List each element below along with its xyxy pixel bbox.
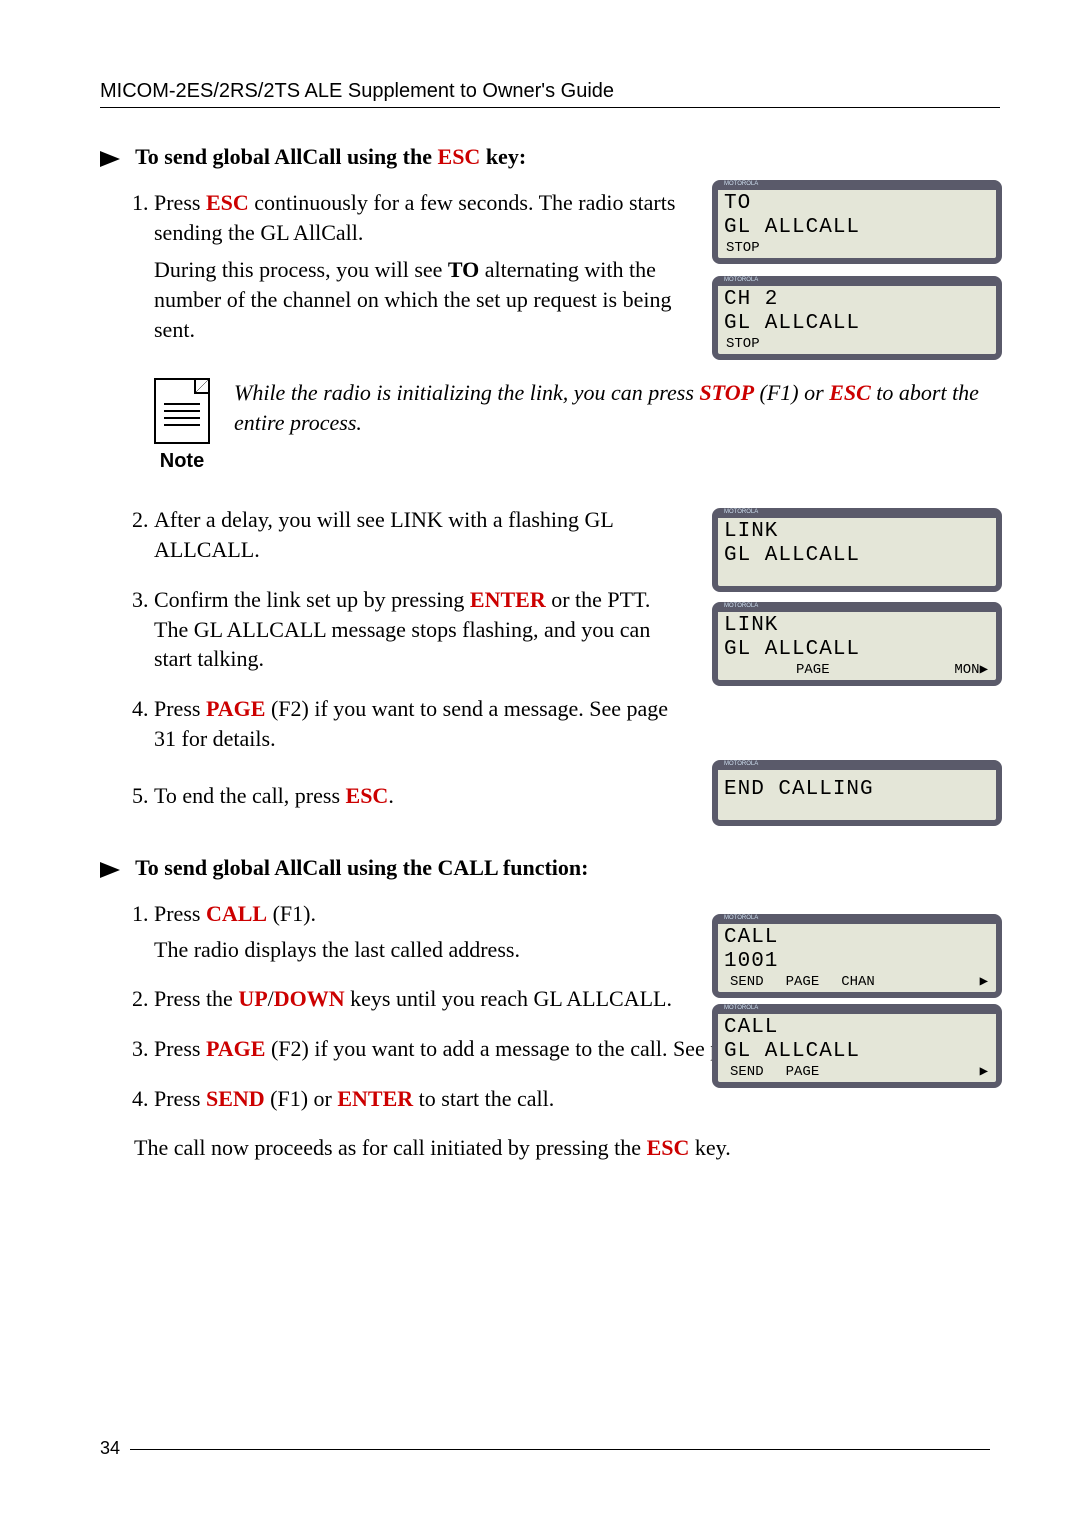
note-text-part: (F1) or <box>754 380 829 405</box>
brand-label: MOTOROLA <box>724 603 758 610</box>
lcd-line: CH 2 <box>724 288 990 312</box>
brand-label: MOTOROLA <box>724 509 758 516</box>
arrow-icon: ▶ <box>980 974 988 990</box>
heading-text-post: key: <box>480 144 526 169</box>
key-label: ESC <box>829 380 871 405</box>
page-header: MICOM-2ES/2RS/2TS ALE Supplement to Owne… <box>100 80 1000 108</box>
step-4: Press PAGE (F2) if you want to send a me… <box>154 694 1000 753</box>
bold-text: TO <box>448 257 479 282</box>
lcd-display-end: MOTOROLA END CALLING <box>712 760 1002 826</box>
brand-label: MOTOROLA <box>724 761 758 768</box>
lcd-softkeys: STOP <box>724 240 990 256</box>
lcd-line: GL ALLCALL <box>724 216 990 240</box>
lcd-line: GL ALLCALL <box>724 312 990 336</box>
arrow-icon: ▶ <box>980 1064 988 1080</box>
page-number: 34 <box>100 1438 130 1459</box>
section-heading-esc: To send global AllCall using the ESC key… <box>100 144 1000 170</box>
step-text: Press the <box>154 986 238 1011</box>
step-text: keys until you reach GL ALLCALL. <box>345 986 672 1011</box>
step-paragraph: The radio displays the last called addre… <box>154 937 520 962</box>
brand-label: MOTOROLA <box>724 181 758 188</box>
key-label: ENTER <box>337 1086 413 1111</box>
closing-text: key. <box>689 1135 730 1160</box>
closing-text: The call now proceeds as for call initia… <box>134 1135 647 1160</box>
brand-label: MOTOROLA <box>724 1005 758 1012</box>
key-label: ESC <box>346 783 389 808</box>
step-4: Press SEND (F1) or ENTER to start the ca… <box>154 1084 1000 1114</box>
note-icon <box>154 378 210 444</box>
step-text: Press <box>154 696 206 721</box>
lcd-line: TO <box>724 192 990 216</box>
key-label: PAGE <box>206 696 265 721</box>
lcd-softkeys: SEND PAGE CHAN ▶ <box>724 974 990 990</box>
lcd-display-to: MOTOROLA TO GL ALLCALL STOP <box>712 180 1002 264</box>
step-text: (F1) or <box>265 1086 338 1111</box>
lcd-display-call-1001: MOTOROLA CALL 1001 SEND PAGE CHAN ▶ <box>712 914 1002 998</box>
lcd-softkeys: STOP <box>724 336 990 352</box>
step-text: Press <box>154 190 206 215</box>
arrow-icon: ▶ <box>980 662 988 678</box>
softkey: STOP <box>726 336 760 352</box>
softkey: SEND <box>730 974 764 990</box>
step-text: Press <box>154 1036 206 1061</box>
note-text: While the radio is initializing the link… <box>234 378 1000 437</box>
lcd-display-call-gl: MOTOROLA CALL GL ALLCALL SEND PAGE ▶ <box>712 1004 1002 1088</box>
step-text: . <box>388 783 394 808</box>
softkey: STOP <box>726 240 760 256</box>
heading-key: ESC <box>438 144 481 169</box>
heading-text: To send global AllCall using the CALL fu… <box>135 855 588 880</box>
brand-label: MOTOROLA <box>724 277 758 284</box>
step-text: Press <box>154 901 206 926</box>
key-label: CALL <box>206 901 267 926</box>
step-text: Confirm the link set up by pressing <box>154 587 470 612</box>
lcd-display-link-page: MOTOROLA LINK GL ALLCALL PAGE MON▶ <box>712 602 1002 686</box>
softkey: SEND <box>730 1064 764 1080</box>
brand-label: MOTOROLA <box>724 915 758 922</box>
key-label: PAGE <box>206 1036 265 1061</box>
softkey: PAGE <box>796 662 830 678</box>
key-label: SEND <box>206 1086 265 1111</box>
step-text: To end the call, press <box>154 783 346 808</box>
lcd-line: LINK <box>724 520 990 544</box>
softkey: PAGE <box>786 1064 820 1080</box>
key-label: DOWN <box>274 986 345 1011</box>
section-heading-call: To send global AllCall using the CALL fu… <box>100 855 1000 881</box>
lcd-softkeys: SEND PAGE ▶ <box>724 1064 990 1080</box>
footer-rule <box>130 1449 990 1450</box>
lcd-display-link: MOTOROLA LINK GL ALLCALL <box>712 508 1002 592</box>
softkey: CHAN <box>841 974 875 990</box>
step-text: to start the call. <box>413 1086 554 1111</box>
key-label: ENTER <box>470 587 546 612</box>
arrow-icon <box>100 862 120 878</box>
lcd-line: CALL <box>724 926 990 950</box>
softkey: PAGE <box>786 974 820 990</box>
note-block: Note While the radio is initializing the… <box>154 378 1000 475</box>
lcd-line: GL ALLCALL <box>724 544 990 568</box>
softkey: MON <box>954 662 979 678</box>
key-label: ESC <box>206 190 249 215</box>
lcd-line: LINK <box>724 614 990 638</box>
note-icon-wrap: Note <box>154 378 210 475</box>
key-label: STOP <box>699 380 754 405</box>
lcd-line: 1001 <box>724 950 990 974</box>
step-paragraph: During this process, you will see <box>154 257 448 282</box>
closing-paragraph: The call now proceeds as for call initia… <box>134 1133 1000 1164</box>
heading-text: To send global AllCall using the <box>135 144 437 169</box>
key-label: ESC <box>647 1135 690 1160</box>
lcd-line: END CALLING <box>724 778 990 802</box>
note-text-part: While the radio is initializing the link… <box>234 380 699 405</box>
step-text: Press <box>154 1086 206 1111</box>
note-label: Note <box>154 448 210 475</box>
lcd-line: CALL <box>724 1016 990 1040</box>
arrow-icon <box>100 151 120 167</box>
page-footer: 34 <box>100 1438 1000 1459</box>
key-label: UP <box>238 986 267 1011</box>
lcd-softkeys: PAGE MON▶ <box>724 662 990 678</box>
step-text: (F1). <box>267 901 316 926</box>
document-page: MICOM-2ES/2RS/2TS ALE Supplement to Owne… <box>0 0 1080 1529</box>
lcd-display-ch: MOTOROLA CH 2 GL ALLCALL STOP <box>712 276 1002 360</box>
lcd-line: GL ALLCALL <box>724 638 990 662</box>
lcd-line: GL ALLCALL <box>724 1040 990 1064</box>
